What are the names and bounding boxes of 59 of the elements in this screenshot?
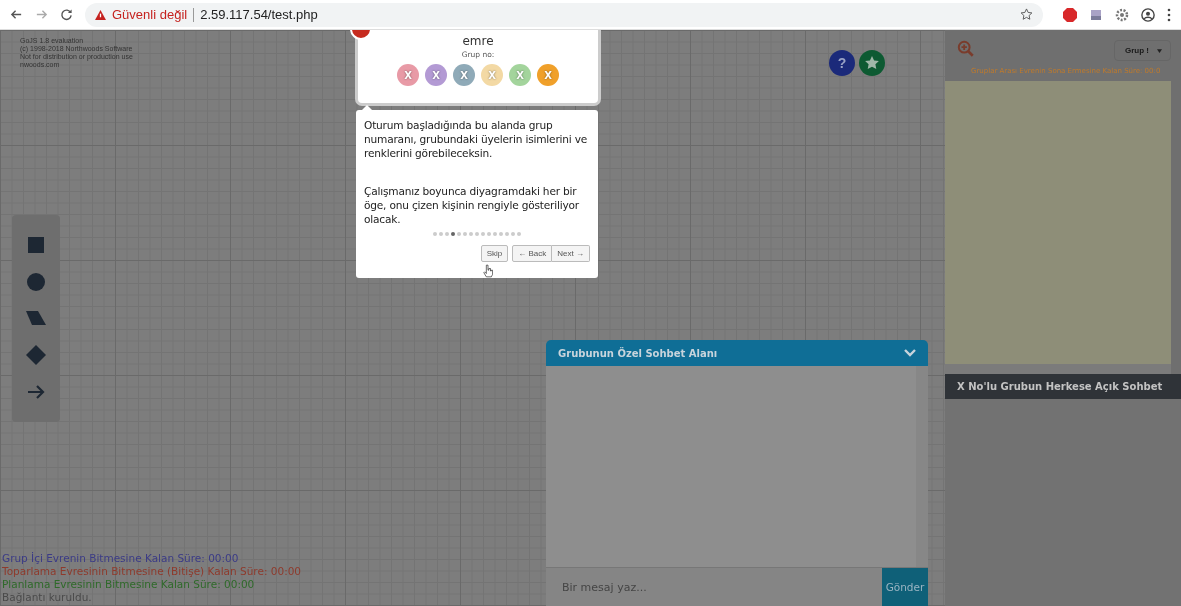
scrollbar[interactable]: [916, 366, 928, 567]
step-dot[interactable]: [445, 232, 449, 236]
bookmark-star-icon[interactable]: [1020, 8, 1033, 21]
tour-text: Çalışmanız boyunca diyagramdaki her bir öge, onu çizen kişinin rengiyle gösteriliyor olacak.: [364, 184, 580, 226]
step-dot[interactable]: [505, 232, 509, 236]
extension-icon[interactable]: [1089, 7, 1103, 22]
diagram-canvas[interactable]: [0, 30, 945, 606]
step-dot[interactable]: [499, 232, 503, 236]
chat-title: Grubunun Özel Sohbet Alanı: [558, 347, 718, 359]
chat-header[interactable]: Grubunun Özel Sohbet Alanı: [546, 340, 928, 366]
reload-icon[interactable]: [60, 8, 73, 21]
back-button[interactable]: ← Back: [512, 245, 553, 262]
step-dot[interactable]: [475, 232, 479, 236]
circle-icon[interactable]: [26, 271, 46, 292]
next-button[interactable]: Next →: [552, 245, 590, 262]
back-icon[interactable]: [10, 8, 23, 21]
gear-icon[interactable]: [1115, 7, 1129, 22]
member-avatar: X: [397, 64, 419, 86]
step-dot[interactable]: [487, 232, 491, 236]
menu-icon[interactable]: [1167, 7, 1171, 22]
forward-icon[interactable]: [35, 8, 48, 21]
diamond-icon[interactable]: [26, 345, 46, 366]
member-avatar: X: [481, 64, 503, 86]
scrollbar[interactable]: [945, 364, 1171, 374]
step-dot[interactable]: [469, 232, 473, 236]
member-avatar: X: [537, 64, 559, 86]
tour-text: Oturum başladığında bu alanda grup numaranı, grubundaki üyelerin isimlerini ve renklerini görebileceksin.: [364, 118, 589, 160]
security-warning: Güvenli değil: [112, 7, 188, 22]
help-button[interactable]: ?: [829, 50, 855, 76]
step-dot[interactable]: [433, 232, 437, 236]
step-dot[interactable]: [463, 232, 467, 236]
step-dot[interactable]: [511, 232, 515, 236]
step-dot[interactable]: [481, 232, 485, 236]
account-icon[interactable]: [1141, 7, 1155, 22]
address-bar[interactable]: Güvenli değil 2.59.117.54/test.php: [85, 2, 1043, 27]
url-text: 2.59.117.54/test.php: [200, 7, 319, 22]
step-dot[interactable]: [457, 232, 461, 236]
step-dot[interactable]: [439, 232, 443, 236]
step-dot[interactable]: [451, 232, 455, 236]
member-avatar: X: [509, 64, 531, 86]
member-name: emre: [462, 34, 494, 48]
message-input[interactable]: Bir mesaj yaz...: [546, 568, 882, 606]
caret-icon: [1157, 48, 1162, 53]
step-dot[interactable]: [493, 232, 497, 236]
public-chat-title: X No'lu Grubun Herkese Açık Sohbet: [945, 374, 1181, 399]
popover-pointer: [362, 105, 372, 110]
chevron-down-icon[interactable]: [904, 349, 916, 357]
step-dot[interactable]: [517, 232, 521, 236]
status-line: Planlama Evresinin Bitmesine Kalan Süre: 00:00: [2, 578, 256, 591]
status-line: Grup İçi Evrenin Bitmesine Kalan Süre: 00:00: [2, 552, 240, 565]
adblock-icon[interactable]: [1063, 7, 1077, 22]
warning-icon: [95, 9, 106, 20]
zoom-in-icon[interactable]: [957, 40, 975, 58]
member-avatar: X: [453, 64, 475, 86]
square-icon[interactable]: [26, 235, 46, 256]
hand-cursor-icon: [483, 264, 493, 278]
skip-button[interactable]: Skip: [480, 245, 509, 262]
status-line: Toparlama Evresinin Bitmesine (Bitişe) Kalan Süre: 00:00: [2, 565, 302, 578]
member-avatar: X: [425, 64, 447, 86]
